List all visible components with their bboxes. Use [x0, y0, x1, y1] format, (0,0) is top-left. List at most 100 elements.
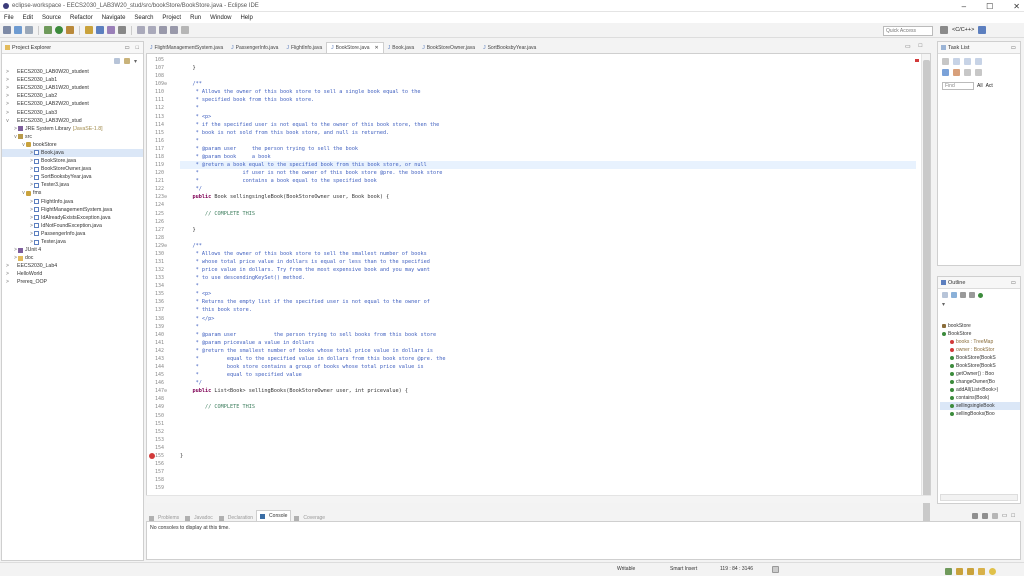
save-icon[interactable]: [14, 26, 22, 34]
task-all-filter[interactable]: All: [977, 83, 983, 89]
trim-tasks-icon[interactable]: [967, 568, 974, 575]
tree-item[interactable]: v EECS2030_LAB3W20_stud: [2, 117, 143, 125]
menu-window[interactable]: Window: [210, 15, 231, 21]
new-icon[interactable]: [3, 26, 11, 34]
hide-completed-icon[interactable]: [975, 58, 982, 65]
view-menu-icon[interactable]: ▾: [134, 58, 137, 65]
tree-item[interactable]: > Tester3.java: [2, 181, 143, 189]
trim-restore-icon[interactable]: [945, 568, 952, 575]
tree-item[interactable]: > IdNotFoundException.java: [2, 222, 143, 230]
editor-tab[interactable]: J Book.java: [384, 42, 418, 53]
perspective-cpp[interactable]: <C/C++>: [952, 27, 974, 33]
maximize-button[interactable]: ☐: [986, 2, 993, 11]
code-line[interactable]: * @param user the person trying to sell …: [180, 145, 916, 153]
code-line[interactable]: // COMPLETE THIS: [180, 210, 916, 218]
code-line[interactable]: * Returns the empty list if the specifie…: [180, 298, 916, 306]
code-line[interactable]: }: [180, 452, 916, 460]
minimize-task-icon[interactable]: ▭: [1011, 45, 1016, 51]
code-line[interactable]: [180, 201, 916, 209]
sync-icon[interactable]: [942, 69, 949, 76]
code-line[interactable]: [180, 218, 916, 226]
code-line[interactable]: [180, 436, 916, 444]
collapse-icon[interactable]: [964, 69, 971, 76]
task-activate-filter[interactable]: Act: [986, 83, 993, 89]
code-line[interactable]: public List<Book> sellingBooks(BookStore…: [180, 387, 916, 395]
code-line[interactable]: */: [180, 185, 916, 193]
menu-help[interactable]: Help: [240, 15, 252, 21]
java-perspective-icon[interactable]: [978, 26, 987, 34]
code-line[interactable]: *: [180, 137, 916, 145]
code-line[interactable]: /**: [180, 242, 916, 250]
tree-item[interactable]: > BookStoreOwner.java: [2, 165, 143, 173]
outline-item[interactable]: owner : BookStor: [940, 346, 1020, 354]
task-list-title[interactable]: Task List: [948, 45, 969, 51]
quick-access-input[interactable]: Quick Access: [883, 26, 933, 36]
code-line[interactable]: * whose total price value in dollars is …: [180, 258, 916, 266]
trim-tip-icon[interactable]: [989, 568, 996, 575]
outline-item[interactable]: books : TreeMap: [940, 338, 1020, 346]
minimize-button[interactable]: –: [962, 2, 966, 11]
tree-item[interactable]: > EECS2030_LAB2W20_student: [2, 100, 143, 108]
code-line[interactable]: }: [180, 64, 916, 72]
tree-item[interactable]: > FlightInfo.java: [2, 198, 143, 206]
menu-project[interactable]: Project: [162, 15, 181, 21]
tree-item[interactable]: > HelloWorld: [2, 270, 143, 278]
code-line[interactable]: // COMPLETE THIS: [180, 403, 916, 411]
editor-horizontal-scrollbar[interactable]: [146, 495, 931, 503]
menu-search[interactable]: Search: [134, 15, 153, 21]
maximize-view-icon[interactable]: □: [136, 45, 139, 51]
tree-item[interactable]: > BookStore.java: [2, 157, 143, 165]
code-line[interactable]: * book store contains a group of books w…: [180, 363, 916, 371]
menu-source[interactable]: Source: [42, 15, 61, 21]
code-line[interactable]: * price value in dollars. Try from the m…: [180, 266, 916, 274]
open-perspective-icon[interactable]: [940, 26, 948, 34]
code-area[interactable]: } /** * Allows the owner of this book st…: [180, 54, 916, 502]
code-line[interactable]: [180, 476, 916, 484]
code-line[interactable]: * book is not sold from this book store,…: [180, 129, 916, 137]
run-icon[interactable]: [55, 26, 63, 34]
outline-item[interactable]: getOwner() : Boo: [940, 370, 1020, 378]
filter-icon[interactable]: [964, 58, 971, 65]
tree-item[interactable]: > EECS2030_LAB0W20_student: [2, 68, 143, 76]
menu-edit[interactable]: Edit: [23, 15, 33, 21]
hide-static-icon[interactable]: [969, 292, 975, 298]
pin-editor-icon[interactable]: [181, 26, 189, 34]
code-line[interactable]: *: [180, 323, 916, 331]
code-line[interactable]: * @param pricevalue a value in dollars: [180, 339, 916, 347]
code-line[interactable]: * @param book a book: [180, 153, 916, 161]
code-line[interactable]: * to use descendingKeySet() method.: [180, 274, 916, 282]
error-icon[interactable]: [149, 452, 155, 459]
status-insert-mode[interactable]: Smart Insert: [670, 566, 697, 572]
outline-item[interactable]: BookStore: [940, 330, 1020, 338]
code-editor[interactable]: 105 107 108 109⊖ 110 111 112 113 114 115 116 117 118…: [146, 53, 931, 540]
close-button[interactable]: ✕: [1013, 2, 1020, 11]
tree-item[interactable]: > FlightManagementSystem.java: [2, 206, 143, 214]
debug-icon[interactable]: [44, 26, 52, 34]
tree-item[interactable]: > EECS2030_Lab4: [2, 262, 143, 270]
tree-item[interactable]: > SortBooksbyYear.java: [2, 173, 143, 181]
tree-item[interactable]: > IdAlreadyExistsException.java: [2, 214, 143, 222]
code-line[interactable]: public Book sellingsingleBook(BookStoreO…: [180, 193, 916, 201]
back-icon[interactable]: [159, 26, 167, 34]
tree-item[interactable]: > Tester.java: [2, 238, 143, 246]
menu-refactor[interactable]: Refactor: [70, 15, 93, 21]
outline-horizontal-scrollbar[interactable]: [940, 494, 1018, 501]
code-line[interactable]: * @return a book equal to the specified …: [180, 161, 916, 170]
code-line[interactable]: * Allows the owner of this book store to…: [180, 88, 916, 96]
code-line[interactable]: [180, 395, 916, 403]
open-console-icon[interactable]: [991, 512, 998, 519]
minimize-view-icon[interactable]: ▭: [124, 45, 129, 51]
annotation-next-icon[interactable]: [137, 26, 145, 34]
search-icon[interactable]: [118, 26, 126, 34]
editor-scroll-thumb[interactable]: [923, 60, 930, 540]
outline-item[interactable]: sellingsingleBook: [940, 402, 1020, 410]
code-line[interactable]: }: [180, 226, 916, 234]
outline-item[interactable]: BookStore(BookS: [940, 362, 1020, 370]
tree-item[interactable]: v bookStore: [2, 141, 143, 149]
menu-run[interactable]: Run: [190, 15, 201, 21]
open-type-icon[interactable]: [107, 26, 115, 34]
tree-item[interactable]: > EECS2030_Lab3: [2, 108, 143, 116]
status-cursor-position[interactable]: 119 : 84 : 3146: [720, 566, 753, 572]
minimize-console-icon[interactable]: ▭: [1002, 512, 1008, 519]
external-tools-icon[interactable]: [66, 26, 74, 34]
